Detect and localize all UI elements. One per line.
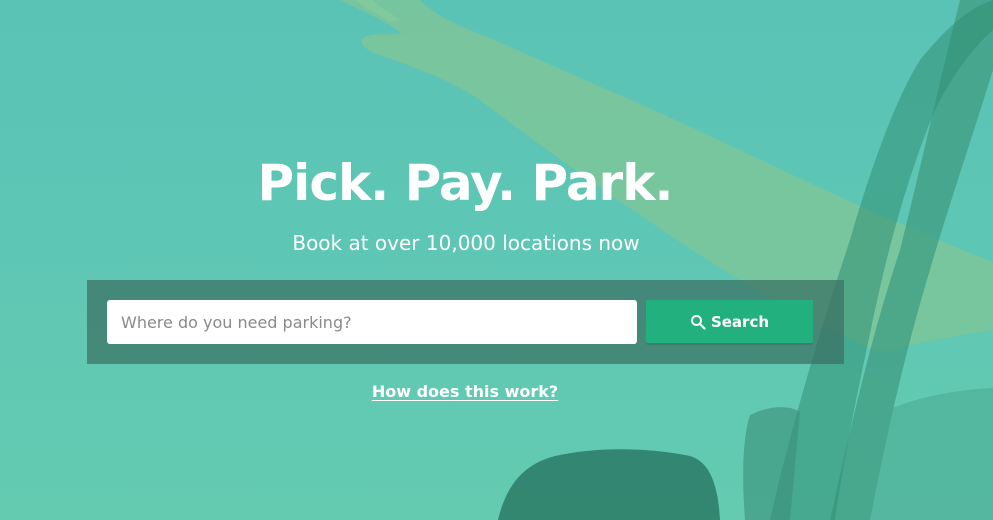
how-does-this-work-link[interactable]: How does this work? (372, 382, 558, 401)
hero-content: Pick. Pay. Park. Book at over 10,000 loc… (0, 0, 993, 520)
hero-headline: Pick. Pay. Park. (257, 154, 674, 212)
search-button-label: Search (710, 312, 770, 331)
search-button[interactable]: Search (646, 300, 813, 343)
search-panel: Search (87, 280, 844, 364)
parking-location-input[interactable] (107, 300, 637, 344)
help-link-container: How does this work? (0, 380, 930, 404)
search-icon (690, 314, 706, 330)
hero-subheadline: Book at over 10,000 locations now (292, 231, 640, 255)
